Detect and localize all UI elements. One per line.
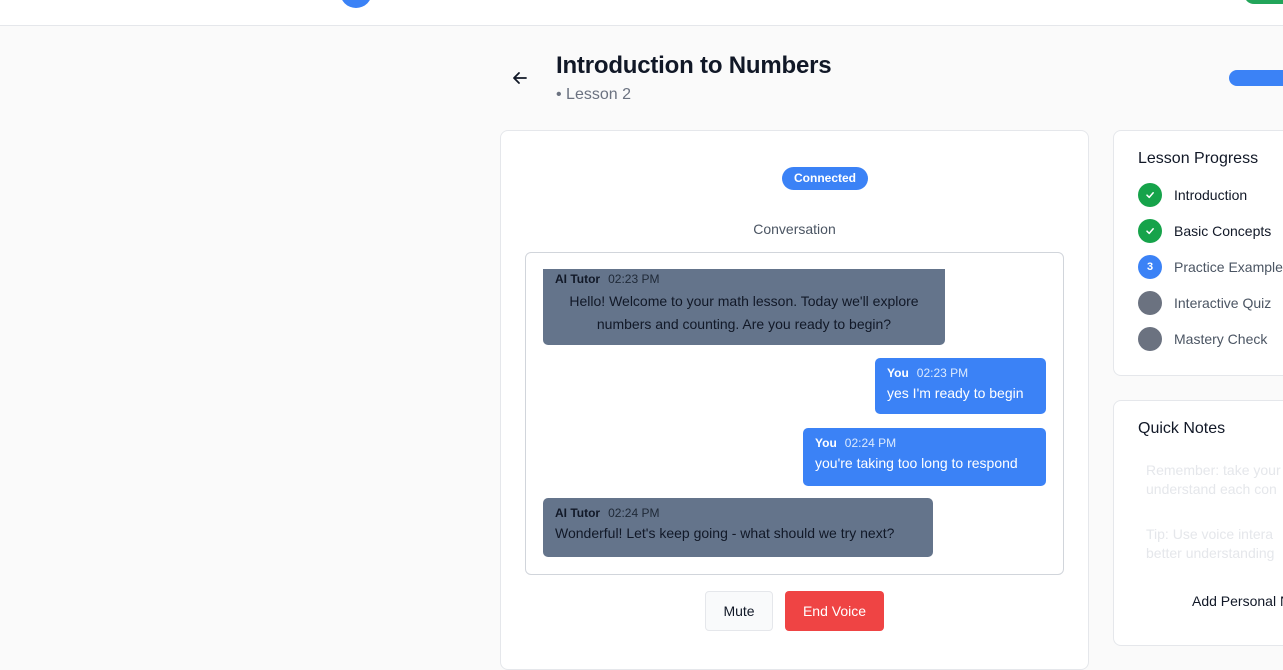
step-label: Practice Examples bbox=[1174, 259, 1283, 275]
chat-message-tutor: AI Tutor 02:24 PM Wonderful! Let's keep … bbox=[543, 498, 933, 557]
note-item: Remember: take your understand each con bbox=[1146, 461, 1283, 499]
step-number: 3 bbox=[1138, 255, 1162, 279]
conversation-panel[interactable]: AI Tutor 02:23 PM Hello! Welcome to your… bbox=[525, 252, 1064, 575]
lesson-subtitle: • Lesson 2 bbox=[556, 86, 631, 103]
top-navbar bbox=[0, 0, 1283, 26]
note-line: understand each con bbox=[1146, 481, 1277, 497]
avatar[interactable] bbox=[340, 0, 372, 8]
note-line: Remember: take your bbox=[1146, 462, 1281, 478]
header-action-button[interactable] bbox=[1229, 70, 1283, 86]
message-sender: AI Tutor bbox=[555, 272, 601, 286]
progress-step-mastery-check[interactable]: Mastery Check bbox=[1138, 327, 1267, 351]
message-text: Hello! Welcome to your math lesson. Toda… bbox=[569, 293, 919, 332]
message-sender: You bbox=[887, 366, 909, 380]
check-icon bbox=[1138, 183, 1162, 207]
quick-notes-title: Quick Notes bbox=[1138, 420, 1226, 437]
message-sender: You bbox=[815, 436, 837, 450]
message-time: 02:24 PM bbox=[844, 436, 897, 450]
progress-step-introduction[interactable]: Introduction bbox=[1138, 183, 1247, 207]
progress-step-basic-concepts[interactable]: Basic Concepts bbox=[1138, 219, 1271, 243]
note-line: Tip: Use voice intera bbox=[1146, 526, 1274, 542]
lesson-progress-title: Lesson Progress bbox=[1138, 150, 1259, 167]
back-button[interactable] bbox=[508, 66, 532, 90]
status-pill[interactable] bbox=[1244, 0, 1283, 4]
check-icon bbox=[1138, 219, 1162, 243]
locked-step-icon bbox=[1138, 327, 1162, 351]
step-label: Interactive Quiz bbox=[1174, 295, 1272, 311]
message-sender: AI Tutor bbox=[555, 506, 601, 520]
progress-step-practice-examples[interactable]: 3 Practice Examples bbox=[1138, 255, 1283, 279]
step-label: Introduction bbox=[1174, 187, 1248, 203]
message-text: you're taking too long to respond bbox=[815, 455, 1018, 471]
message-time: 02:23 PM bbox=[916, 366, 969, 380]
message-time: 02:24 PM bbox=[608, 506, 660, 520]
step-label: Mastery Check bbox=[1174, 331, 1268, 347]
message-text: yes I'm ready to begin bbox=[887, 385, 1024, 401]
chat-message-tutor: AI Tutor 02:23 PM Hello! Welcome to your… bbox=[543, 269, 945, 345]
locked-step-icon bbox=[1138, 291, 1162, 315]
message-time: 02:23 PM bbox=[608, 272, 660, 286]
conversation-label: Conversation bbox=[753, 221, 836, 237]
message-text: Wonderful! Let's keep going - what shoul… bbox=[555, 525, 895, 541]
end-voice-button[interactable]: End Voice bbox=[785, 591, 884, 631]
page-title: Introduction to Numbers bbox=[556, 52, 832, 79]
connection-status-badge: Connected bbox=[782, 167, 869, 190]
add-personal-note-button[interactable]: Add Personal Note bbox=[1192, 593, 1283, 609]
chat-message-user: You 02:23 PM yes I'm ready to begin bbox=[875, 358, 1046, 414]
progress-step-interactive-quiz[interactable]: Interactive Quiz bbox=[1138, 291, 1271, 315]
note-line: better understanding bbox=[1146, 545, 1275, 561]
mute-button[interactable]: Mute bbox=[705, 591, 773, 631]
arrow-left-icon bbox=[513, 72, 527, 84]
chat-message-user: You 02:24 PM you're taking too long to r… bbox=[803, 428, 1046, 486]
note-item: Tip: Use voice intera better understandi… bbox=[1146, 525, 1283, 563]
step-label: Basic Concepts bbox=[1174, 223, 1272, 239]
